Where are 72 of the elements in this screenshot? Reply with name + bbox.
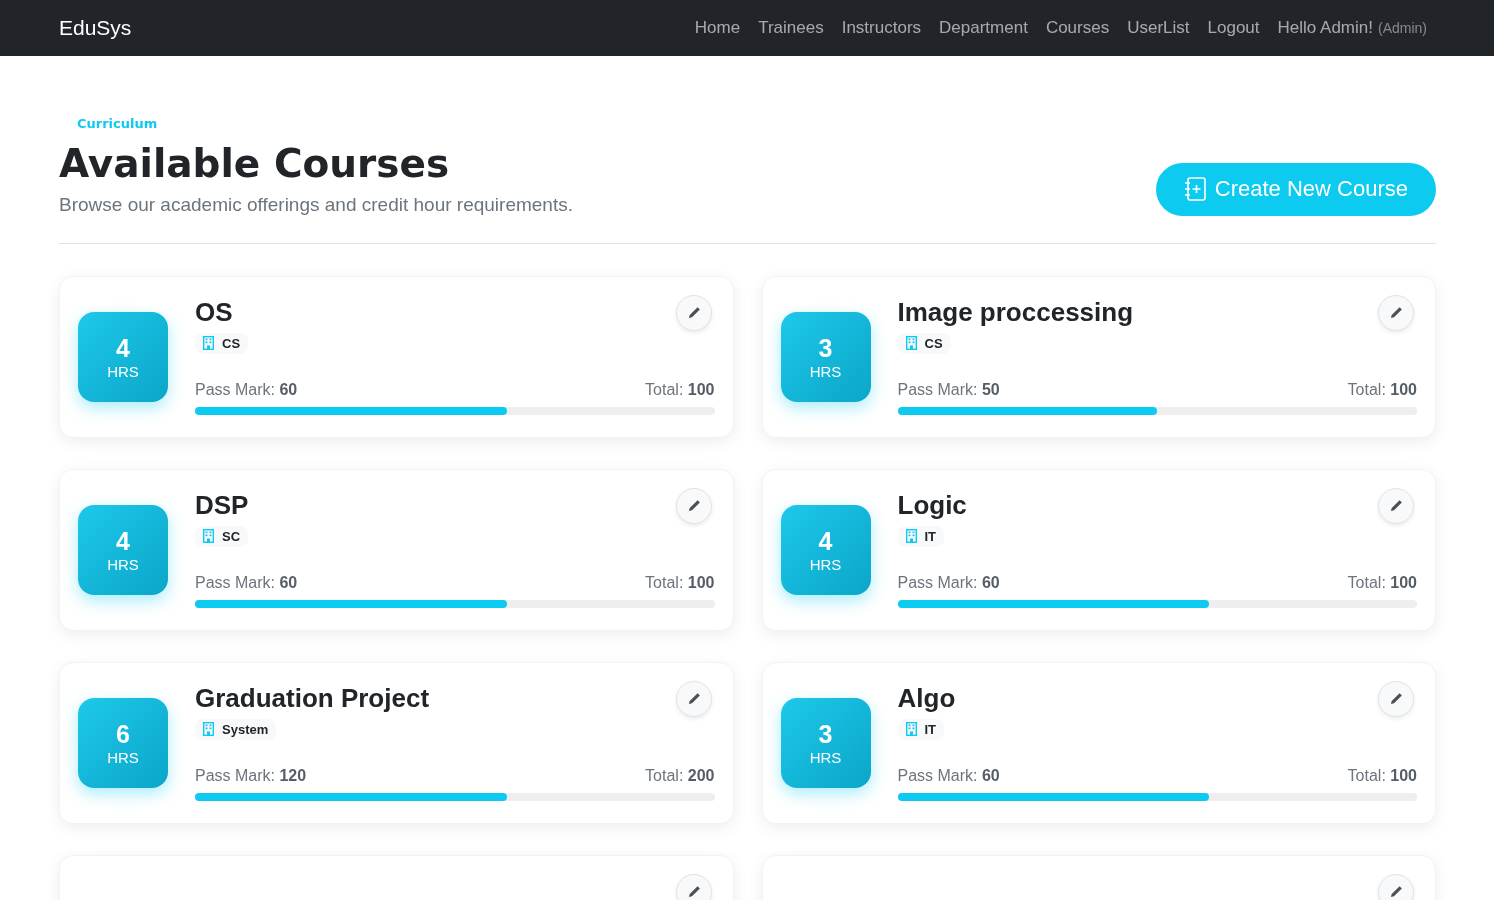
edit-button[interactable] (1378, 294, 1414, 331)
total-mark-text: Total: 100 (645, 380, 715, 399)
notebook-plus-icon (1183, 177, 1206, 202)
pass-mark-text: Pass Mark: 60 (195, 380, 298, 399)
total-mark-text: Total: 100 (1347, 380, 1417, 399)
total-mark-text: Total: 100 (1347, 766, 1417, 785)
pass-mark-text: Pass Mark: 60 (897, 766, 1000, 785)
department-name: IT (924, 528, 937, 544)
total-mark-text: Total: 100 (1347, 573, 1417, 592)
department-name: SC (222, 528, 241, 544)
edit-button[interactable] (1378, 680, 1414, 717)
edit-button[interactable] (1378, 487, 1414, 524)
nav-link[interactable]: Logout (1207, 18, 1260, 38)
page-title: Available Courses (59, 141, 451, 188)
course-title: Logic (897, 488, 967, 522)
pencil-icon (686, 691, 701, 706)
course-title: OS (195, 295, 233, 329)
pencil-icon (1389, 691, 1403, 706)
department-name: CS (222, 335, 241, 351)
section-eyebrow: Curriculum (77, 116, 159, 131)
building-icon (203, 529, 214, 544)
total-mark-text: Total: 100 (645, 573, 715, 592)
hours-number: 4 (116, 526, 130, 557)
nav-link[interactable]: Home (694, 18, 741, 38)
edit-button[interactable] (675, 873, 712, 900)
hours-unit: HRS (809, 363, 842, 381)
course-title: Algo (897, 681, 956, 715)
nav-link[interactable]: Trainees (758, 18, 824, 38)
user-greeting[interactable]: Hello Admin! (1277, 18, 1373, 38)
page-subtitle: Browse our academic offerings and credit hour requirements. (59, 193, 573, 216)
edit-button[interactable] (1378, 873, 1414, 900)
hours-number: 3 (818, 719, 833, 750)
hours-number: 3 (818, 333, 833, 364)
hours-unit: HRS (809, 749, 842, 767)
hours-number: 4 (116, 333, 130, 364)
building-icon (203, 722, 214, 737)
edit-button[interactable] (675, 294, 712, 331)
nav-link[interactable]: UserList (1127, 18, 1190, 38)
department-name: CS (924, 335, 943, 351)
pass-mark-text: Pass Mark: 50 (897, 380, 1000, 399)
nav-link[interactable]: Courses (1045, 18, 1110, 38)
pencil-icon (686, 305, 701, 320)
pencil-icon (1389, 884, 1403, 899)
course-title: Graduation Project (195, 681, 430, 715)
department-name: IT (924, 721, 937, 737)
pencil-icon (686, 884, 701, 899)
user-role: (Admin) (1378, 20, 1427, 36)
total-mark-text: Total: 200 (645, 766, 715, 785)
hours-unit: HRS (809, 556, 842, 574)
nav-link[interactable]: Instructors (841, 18, 922, 38)
hours-number: 4 (818, 526, 833, 557)
pencil-icon (686, 498, 701, 513)
building-icon (905, 722, 917, 737)
brand-logo[interactable]: EduSys (59, 16, 132, 40)
building-icon (203, 336, 214, 351)
edit-button[interactable] (675, 680, 712, 717)
pass-mark-text: Pass Mark: 60 (195, 573, 298, 592)
building-icon (905, 336, 917, 351)
edit-button[interactable] (675, 487, 712, 524)
building-icon (905, 529, 917, 544)
hours-number: 6 (116, 719, 130, 750)
course-title: Image proccessing (897, 295, 1134, 329)
hours-unit: HRS (107, 749, 139, 767)
nav-link[interactable]: Department (939, 18, 1028, 38)
pass-mark-text: Pass Mark: 120 (195, 766, 307, 785)
department-name: System (222, 721, 269, 737)
course-title: DSP (195, 488, 249, 522)
pencil-icon (1389, 498, 1403, 513)
hours-unit: HRS (107, 363, 139, 381)
hours-unit: HRS (107, 556, 139, 574)
pass-mark-text: Pass Mark: 60 (897, 573, 1000, 592)
pencil-icon (1389, 305, 1403, 320)
